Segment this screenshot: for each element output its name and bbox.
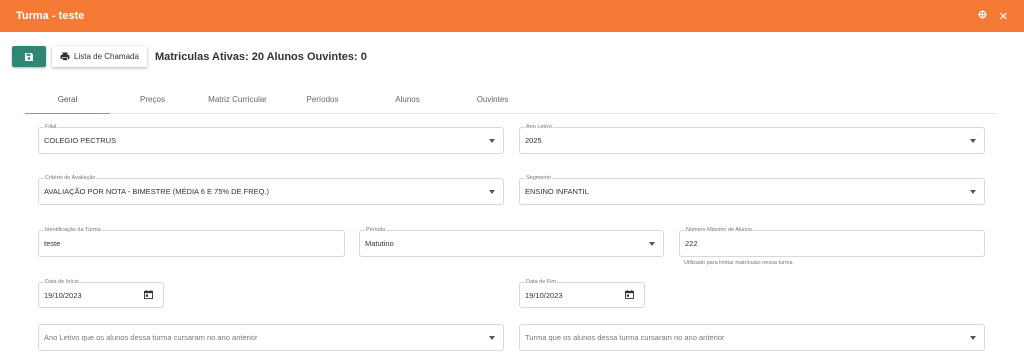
chevron-down-icon bbox=[649, 241, 655, 246]
enrollment-summary: Matriculas Ativas: 20 Alunos Ouvintes: 0 bbox=[154, 50, 367, 63]
save-icon bbox=[25, 52, 33, 61]
turma-anterior-select[interactable]: Turma que os alunos dessa turma cursaram… bbox=[519, 324, 985, 351]
chevron-down-icon bbox=[489, 189, 495, 194]
chevron-down-icon bbox=[489, 335, 495, 340]
data-fim-value: 19/10/2023 bbox=[525, 290, 563, 300]
calendar-icon[interactable] bbox=[625, 290, 634, 299]
segmento-select[interactable]: Segmento ENSINO INFANTIL bbox=[519, 175, 985, 205]
periodo-value: Matutino bbox=[365, 239, 394, 248]
data-inicio-value: 19/10/2023 bbox=[44, 290, 82, 300]
window-title: Turma - teste bbox=[16, 10, 85, 22]
segmento-value: ENSINO INFANTIL bbox=[525, 187, 589, 196]
max-alunos-hint: Utilizado para limitar matrículas nessa … bbox=[684, 260, 793, 266]
tab-ouvintes[interactable]: Ouvintes bbox=[450, 89, 535, 114]
save-button[interactable] bbox=[12, 46, 46, 67]
tab-periodos[interactable]: Períodos bbox=[280, 89, 365, 114]
window-titlebar: Turma - teste ✕ bbox=[0, 0, 1024, 32]
criterio-avaliacao-select[interactable]: Critério de Avaliação AVALIAÇÃO POR NOTA… bbox=[38, 175, 504, 205]
filial-select[interactable]: Filial COLEGIO PECTRUS bbox=[38, 124, 504, 154]
tab-alunos[interactable]: Alunos bbox=[365, 89, 450, 114]
max-alunos-value: 222 bbox=[685, 239, 698, 248]
toolbar: Lista de Chamada Matriculas Ativas: 20 A… bbox=[12, 46, 367, 67]
calendar-icon[interactable] bbox=[144, 290, 153, 299]
ano-anterior-placeholder: Ano Letivo que os alunos dessa turma cur… bbox=[44, 333, 258, 342]
tab-geral[interactable]: Geral bbox=[25, 89, 110, 114]
ano-letivo-value: 2025 bbox=[525, 136, 542, 145]
chevron-down-icon bbox=[970, 335, 976, 340]
tab-matriz-curricular[interactable]: Matriz Curricular bbox=[195, 89, 280, 114]
periodo-select[interactable]: Período Matutino bbox=[359, 227, 664, 257]
ano-anterior-select[interactable]: Ano Letivo que os alunos dessa turma cur… bbox=[38, 324, 504, 351]
chevron-down-icon bbox=[970, 189, 976, 194]
window-controls: ✕ bbox=[977, 10, 1008, 23]
filial-value: COLEGIO PECTRUS bbox=[44, 136, 117, 145]
pin-icon[interactable] bbox=[977, 10, 987, 22]
criterio-avaliacao-value: AVALIAÇÃO POR NOTA - BIMESTRE (MÉDIA 6 E… bbox=[44, 187, 270, 196]
tab-bar: Geral Preços Matriz Curricular Períodos … bbox=[25, 89, 998, 114]
identificacao-turma-input[interactable]: Identificação da Turma teste bbox=[38, 227, 345, 257]
tab-precos[interactable]: Preços bbox=[110, 89, 195, 114]
attendance-list-label: Lista de Chamada bbox=[74, 52, 139, 61]
data-inicio-input[interactable]: Data de Início 19/10/2023 bbox=[38, 279, 164, 308]
print-icon bbox=[60, 52, 70, 61]
turma-anterior-placeholder: Turma que os alunos dessa turma cursaram… bbox=[525, 333, 725, 342]
close-icon[interactable]: ✕ bbox=[999, 10, 1008, 23]
max-alunos-input[interactable]: Número Máximo de Alunos 222 bbox=[679, 227, 985, 257]
chevron-down-icon bbox=[489, 138, 495, 143]
ano-letivo-select[interactable]: Ano Letivo 2025 bbox=[519, 124, 985, 154]
chevron-down-icon bbox=[970, 138, 976, 143]
identificacao-turma-value: teste bbox=[44, 239, 61, 248]
attendance-list-button[interactable]: Lista de Chamada bbox=[52, 46, 147, 67]
data-fim-input[interactable]: Data de Fim 19/10/2023 bbox=[519, 279, 645, 308]
